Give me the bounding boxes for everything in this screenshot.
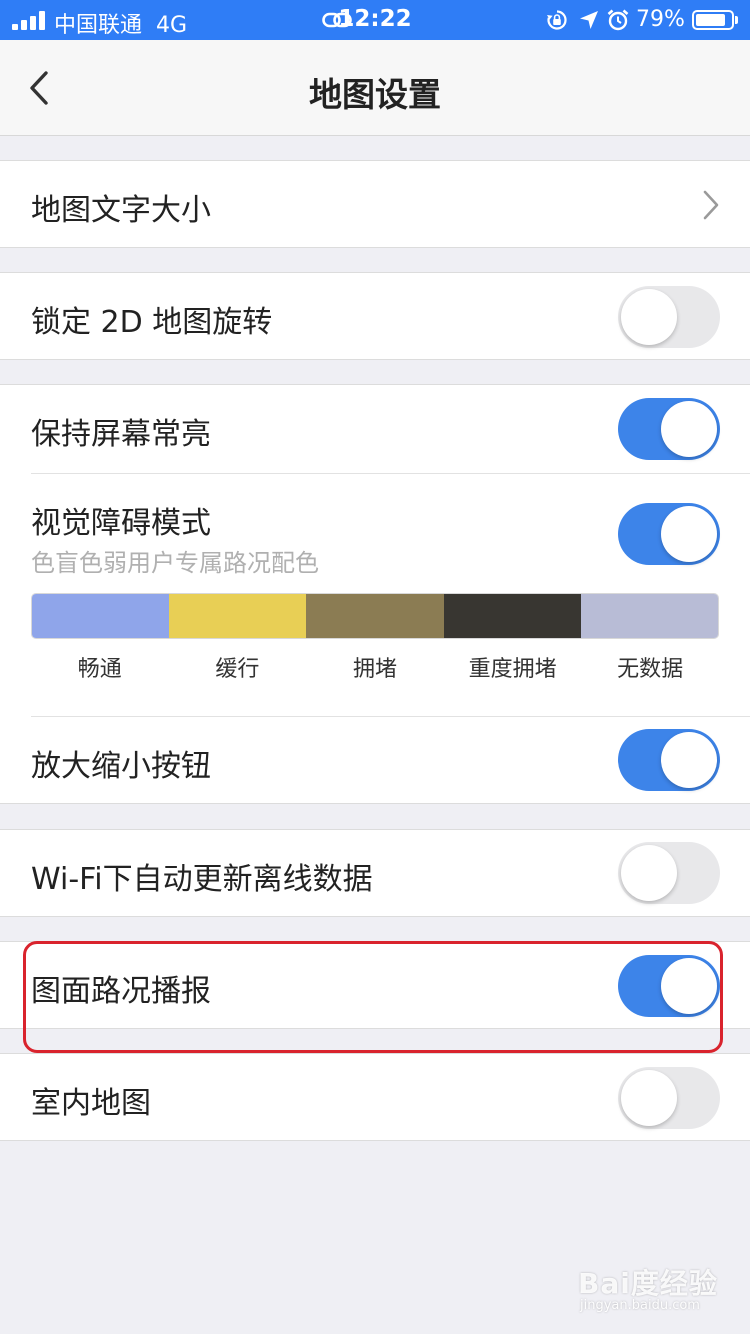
alarm-icon (607, 9, 629, 31)
setting-row-keep-screen-on: 保持屏幕常亮 (0, 385, 750, 473)
battery-fill (696, 14, 725, 26)
settings-group-indoor-map: 室内地图 (0, 1053, 750, 1141)
indoor-map-toggle[interactable] (618, 1067, 720, 1129)
setting-label-wifi-update: Wi-Fi下自动更新离线数据 (31, 862, 373, 897)
wifi-update-toggle[interactable] (618, 842, 720, 904)
setting-label-text-size: 地图文字大小 (31, 193, 211, 228)
traffic-broadcast-toggle[interactable] (618, 955, 720, 1017)
setting-row-zoom-buttons: 放大缩小按钮 (0, 717, 750, 803)
battery-icon (692, 10, 734, 30)
nav-bar: 地图设置 (0, 40, 750, 136)
setting-row-visual-impairment: 视觉障碍模式 色盲色弱用户专属路况配色 畅通 缓行 拥堵 重度拥堵 无数据 (0, 474, 750, 716)
legend-label: 畅通 (77, 657, 122, 682)
legend-label: 重度拥堵 (468, 657, 557, 682)
legend-swatch (306, 594, 444, 638)
toggle-knob (661, 506, 717, 562)
setting-label-indoor-map: 室内地图 (31, 1086, 151, 1121)
baidu-watermark-logo: Bai度经验 jingyan.baidu.com (578, 1248, 728, 1318)
setting-row-traffic-broadcast: 图面路况播报 (0, 942, 750, 1028)
legend-swatch (169, 594, 307, 638)
legend-swatch (580, 594, 718, 638)
setting-label-keep-screen-on: 保持屏幕常亮 (31, 417, 211, 452)
keep-screen-on-toggle[interactable] (618, 398, 720, 460)
legend-label: 缓行 (215, 657, 260, 682)
toggle-knob (621, 289, 677, 345)
battery-percent: 79% (636, 7, 685, 32)
traffic-color-legend-bar (31, 593, 719, 639)
settings-group-wifi-update: Wi-Fi下自动更新离线数据 (0, 829, 750, 917)
toggle-knob (661, 958, 717, 1014)
page-title: 地图设置 (309, 75, 441, 114)
battery-tip (735, 16, 738, 24)
traffic-color-legend-labels: 畅通 缓行 拥堵 重度拥堵 无数据 (31, 651, 719, 683)
legend-label: 无数据 (617, 657, 684, 682)
zoom-buttons-toggle[interactable] (618, 729, 720, 791)
setting-row-wifi-update: Wi-Fi下自动更新离线数据 (0, 830, 750, 916)
orientation-lock-icon (547, 10, 567, 30)
settings-group-lock-2d: 锁定 2D 地图旋转 (0, 272, 750, 360)
watermark-text: Bai度经验 (578, 1267, 718, 1300)
setting-label-visual-impairment: 视觉障碍模式 (31, 506, 211, 541)
status-bar: 中国联通 4G 12:22 79% (0, 0, 750, 40)
setting-description-visual-impairment: 色盲色弱用户专属路况配色 (31, 549, 319, 577)
location-arrow-icon (580, 11, 598, 29)
setting-label-traffic-broadcast: 图面路况播报 (31, 974, 211, 1009)
setting-row-text-size[interactable]: 地图文字大小 (0, 161, 750, 247)
setting-row-lock-2d: 锁定 2D 地图旋转 (0, 273, 750, 359)
settings-group-text-size: 地图文字大小 (0, 160, 750, 248)
toggle-knob (661, 732, 717, 788)
legend-label: 拥堵 (352, 657, 397, 682)
toggle-knob (661, 401, 717, 457)
visual-impairment-toggle[interactable] (618, 503, 720, 565)
watermark-url: jingyan.baidu.com (580, 1298, 700, 1313)
settings-group-traffic-broadcast: 图面路况播报 (0, 941, 750, 1029)
toggle-knob (621, 845, 677, 901)
setting-label-lock-2d: 锁定 2D 地图旋转 (31, 305, 273, 340)
setting-row-indoor-map: 室内地图 (0, 1054, 750, 1140)
legend-swatch (32, 594, 170, 638)
setting-label-zoom-buttons: 放大缩小按钮 (31, 749, 211, 784)
legend-swatch (443, 594, 581, 638)
toggle-knob (621, 1070, 677, 1126)
settings-group-display: 保持屏幕常亮 视觉障碍模式 色盲色弱用户专属路况配色 畅通 缓行 拥堵 重度拥堵 无数据… (0, 384, 750, 804)
chevron-right-icon[interactable] (700, 188, 722, 222)
lock-2d-toggle[interactable] (618, 286, 720, 348)
